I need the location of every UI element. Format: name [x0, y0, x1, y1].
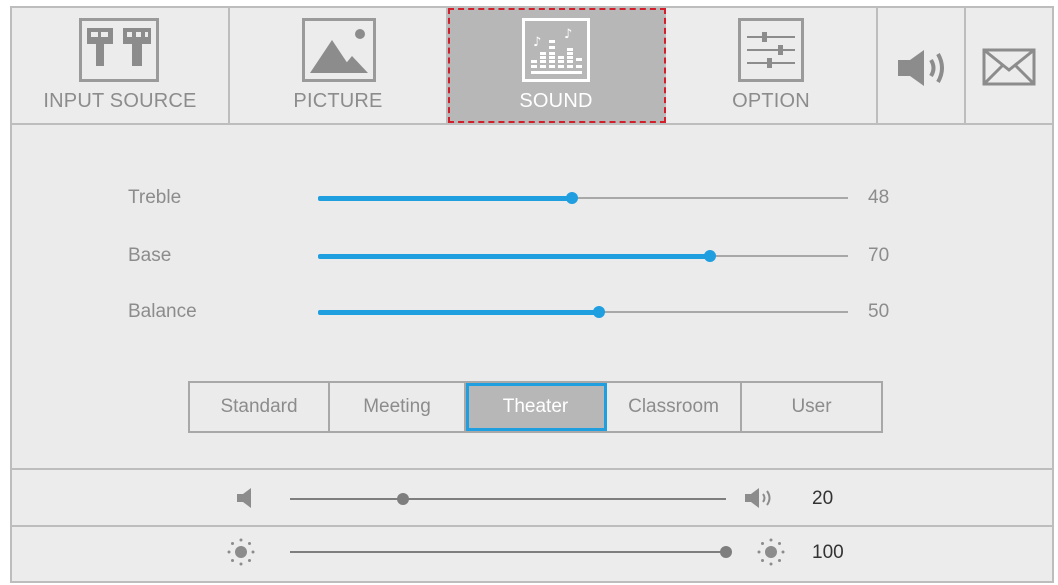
volume-value: 20 — [812, 488, 834, 509]
base-label: Base — [128, 245, 172, 266]
brightness-slider-handle[interactable] — [720, 546, 732, 558]
volume-slider-handle[interactable] — [397, 493, 409, 505]
picture-icon — [302, 18, 376, 87]
balance-value: 50 — [868, 301, 890, 322]
tab-option[interactable]: OPTION — [666, 8, 878, 123]
balance-slider-handle[interactable] — [593, 306, 605, 318]
svg-text:♪: ♪ — [533, 35, 541, 50]
tab-input-source[interactable]: INPUT SOURCE — [12, 8, 230, 123]
speaker-mute-icon — [236, 488, 252, 513]
svg-text:♪: ♪ — [564, 27, 572, 42]
balance-slider-fill — [318, 310, 599, 315]
mode-theater-button[interactable]: Theater — [466, 383, 607, 431]
brightness-max-icon — [756, 537, 786, 572]
treble-slider-handle[interactable] — [566, 192, 578, 204]
base-slider-fill — [318, 254, 710, 259]
tab-picture[interactable]: PICTURE — [230, 8, 448, 123]
mail-icon — [982, 48, 1036, 91]
volume-slider[interactable] — [290, 498, 726, 500]
volume-bar: 20 — [12, 470, 1052, 527]
tab-mail[interactable] — [966, 8, 1052, 123]
balance-label: Balance — [128, 301, 197, 322]
mode-user-button[interactable]: User — [742, 383, 881, 431]
tab-input-source-label: INPUT SOURCE — [43, 90, 197, 112]
mode-classroom-button[interactable]: Classroom — [607, 383, 742, 431]
brightness-value: 100 — [812, 542, 844, 563]
sound-mode-selector: Standard Meeting Theater Classroom User — [188, 381, 883, 433]
mode-standard-button[interactable]: Standard — [190, 383, 330, 431]
brightness-slider[interactable] — [290, 551, 726, 553]
tab-sound[interactable]: ♪ ♪ SOUND — [448, 8, 666, 123]
mode-meeting-button[interactable]: Meeting — [330, 383, 466, 431]
speaker-icon — [896, 48, 952, 93]
brightness-bar: 100 — [12, 527, 1052, 581]
settings-window: INPUT SOURCE PICTURE ♪ ♪ SOUND OPTION Tr… — [10, 6, 1054, 583]
sound-settings-panel: Treble 48 Base 70 Balance 50 Standard Me… — [12, 125, 1052, 470]
base-value: 70 — [868, 245, 890, 266]
tab-sound-label: SOUND — [519, 90, 593, 112]
tab-picture-label: PICTURE — [293, 90, 383, 112]
tab-option-label: OPTION — [732, 90, 810, 112]
treble-slider-fill — [318, 196, 572, 201]
treble-value: 48 — [868, 187, 890, 208]
option-sliders-icon — [738, 18, 804, 87]
input-source-icon — [79, 18, 159, 87]
tab-speaker[interactable] — [878, 8, 966, 123]
speaker-loud-icon — [744, 487, 774, 514]
base-slider-handle[interactable] — [704, 250, 716, 262]
sound-equalizer-icon: ♪ ♪ — [522, 18, 590, 87]
tab-bar: INPUT SOURCE PICTURE ♪ ♪ SOUND OPTION — [12, 8, 1052, 125]
treble-label: Treble — [128, 187, 182, 208]
brightness-icon — [226, 537, 256, 572]
